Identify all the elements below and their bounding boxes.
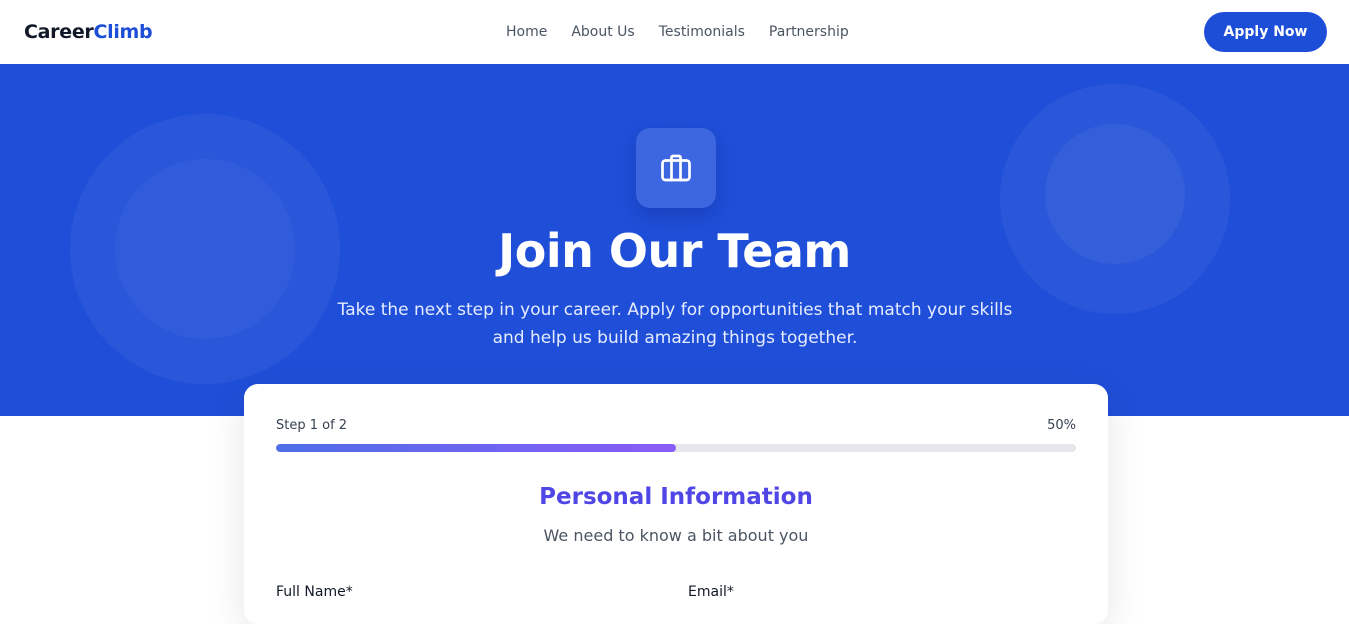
- nav-link-home[interactable]: Home: [506, 24, 547, 40]
- logo[interactable]: CareerClimb: [24, 21, 153, 43]
- progress-meta: Step 1 of 2 50%: [276, 418, 1076, 433]
- main-nav: Home About Us Testimonials Partnership: [506, 0, 849, 64]
- hero-title: Join Our Team: [498, 224, 851, 278]
- hero-subtitle: Take the next step in your career. Apply…: [337, 300, 1013, 348]
- site-header: CareerClimb Home About Us Testimonials P…: [0, 0, 1349, 64]
- logo-accent-text: Climb: [93, 21, 153, 43]
- progress-percent: 50%: [1047, 418, 1076, 433]
- section-title: Personal Information: [539, 484, 813, 510]
- section-subtitle: We need to know a bit about you: [543, 526, 809, 545]
- progress-bar: [276, 444, 1076, 452]
- email-label: Email*: [688, 584, 734, 600]
- nav-link-about-us[interactable]: About Us: [571, 24, 634, 40]
- progress-bar-fill: [276, 444, 676, 452]
- nav-link-partnership[interactable]: Partnership: [769, 24, 849, 40]
- step-indicator: Step 1 of 2: [276, 418, 348, 433]
- nav-link-testimonials[interactable]: Testimonials: [659, 24, 745, 40]
- briefcase-icon: [661, 154, 691, 182]
- hero-section: Join Our Team Take the next step in your…: [0, 64, 1349, 416]
- briefcase-icon-tile: [636, 128, 716, 208]
- full-name-label: Full Name*: [276, 584, 353, 600]
- application-form-card: Step 1 of 2 50% Personal Information We …: [244, 384, 1108, 624]
- logo-primary-text: Career: [24, 21, 94, 43]
- apply-now-button[interactable]: Apply Now: [1204, 12, 1327, 52]
